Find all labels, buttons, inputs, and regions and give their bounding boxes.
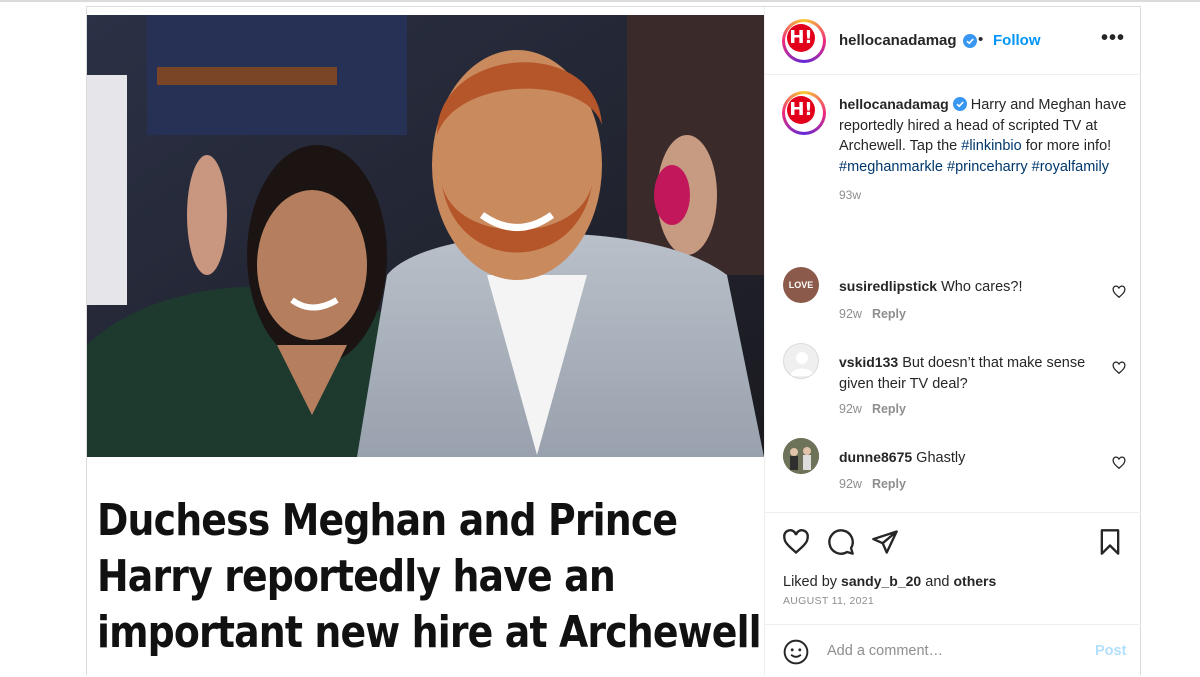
comment-meta: 92w Reply <box>839 477 906 491</box>
like-heart-icon[interactable] <box>782 528 810 556</box>
post-media[interactable]: Duchess Meghan and Prince Harry reported… <box>87 7 764 676</box>
like-comment-heart-icon[interactable] <box>1112 285 1126 299</box>
couple-photo-illustration <box>87 15 764 457</box>
browser-top-border <box>0 0 1200 2</box>
add-comment-bar: Add a comment… Post <box>765 624 1141 677</box>
post-header: H! hellocanadamag • Follow ••• <box>765 7 1141 75</box>
comment-username[interactable]: vskid133 <box>839 354 898 370</box>
hello-logo-icon: H! <box>787 24 815 52</box>
comment-username[interactable]: dunne8675 <box>839 449 912 465</box>
separator-dot: • <box>978 31 984 48</box>
like-comment-heart-icon[interactable] <box>1112 361 1126 375</box>
headline-line-2: Harry reportedly have an <box>97 551 616 602</box>
like-comment-heart-icon[interactable] <box>1112 456 1126 470</box>
liked-by-others[interactable]: others <box>953 573 996 589</box>
headline-line-1: Duchess Meghan and Prince <box>97 495 678 546</box>
comment-body: vskid133 But doesn’t that make sense giv… <box>839 352 1089 394</box>
caption-avatar[interactable]: H! <box>782 91 826 135</box>
liked-by-user[interactable]: sandy_b_20 <box>841 573 921 589</box>
liked-by-prefix: Liked by <box>783 574 838 590</box>
follow-button[interactable]: Follow <box>993 32 1041 49</box>
comment-body: susiredlipstick Who cares?! <box>839 276 1089 298</box>
comment-text: Ghastly <box>916 450 966 466</box>
hashtag-princeharry[interactable]: #princeharry <box>947 159 1028 175</box>
hashtag-meghanmarkle[interactable]: #meghanmarkle <box>839 159 943 175</box>
comment-body: dunne8675 Ghastly <box>839 447 1089 469</box>
liked-by-and: and <box>925 574 950 590</box>
headline-line-3: important new hire at Archewell <box>97 607 762 658</box>
comment-username[interactable]: susiredlipstick <box>839 278 937 294</box>
comment-age: 92w <box>839 307 862 321</box>
comment-bubble-icon[interactable] <box>827 528 855 556</box>
post-headline: Duchess Meghan and Prince Harry reported… <box>97 493 762 661</box>
hashtag-linkinbio[interactable]: #linkinbio <box>961 138 1021 154</box>
post-caption: hellocanadamag Harry and Meghan have rep… <box>839 94 1129 206</box>
comment-age: 92w <box>839 402 862 416</box>
commenter-avatar[interactable]: LOVE <box>783 267 819 303</box>
comment-age: 92w <box>839 477 862 491</box>
more-options-icon[interactable]: ••• <box>1101 27 1125 50</box>
reply-button[interactable]: Reply <box>872 477 906 491</box>
account-avatar[interactable]: H! <box>782 19 826 63</box>
reply-button[interactable]: Reply <box>872 307 906 321</box>
post-date: AUGUST 11, 2021 <box>783 595 875 607</box>
hashtag-royalfamily[interactable]: #royalfamily <box>1032 159 1109 175</box>
group-photo-avatar-icon <box>783 438 819 474</box>
commenter-avatar[interactable] <box>783 343 819 379</box>
comment-meta: 92w Reply <box>839 307 906 321</box>
post-photo <box>87 15 764 457</box>
add-comment-input[interactable]: Add a comment… <box>827 643 943 659</box>
liked-by-line: Liked by sandy_b_20 and others <box>783 573 996 590</box>
post-actions: Liked by sandy_b_20 and others AUGUST 11… <box>765 512 1141 625</box>
avatar-love-text: LOVE <box>788 280 814 290</box>
reply-button[interactable]: Reply <box>872 402 906 416</box>
comment-text: Who cares?! <box>941 279 1023 295</box>
default-avatar-icon <box>790 352 814 376</box>
account-username[interactable]: hellocanadamag <box>839 32 957 49</box>
verified-badge-icon <box>952 97 967 111</box>
post-comment-button[interactable]: Post <box>1095 643 1126 659</box>
caption-tail-text: for more info! <box>1025 138 1112 154</box>
caption-age: 93w <box>839 188 862 202</box>
comment-meta: 92w Reply <box>839 402 906 416</box>
emoji-smiley-icon[interactable] <box>783 639 809 665</box>
instagram-post: Duchess Meghan and Prince Harry reported… <box>86 6 1141 676</box>
post-sidebar: H! hellocanadamag • Follow ••• H! helloc… <box>764 7 1141 676</box>
share-paper-plane-icon[interactable] <box>871 528 899 556</box>
caption-username[interactable]: hellocanadamag <box>839 96 949 112</box>
verified-badge-icon <box>963 34 977 48</box>
hello-logo-icon: H! <box>787 96 815 124</box>
save-bookmark-icon[interactable] <box>1096 528 1124 556</box>
commenter-avatar[interactable] <box>783 438 819 474</box>
